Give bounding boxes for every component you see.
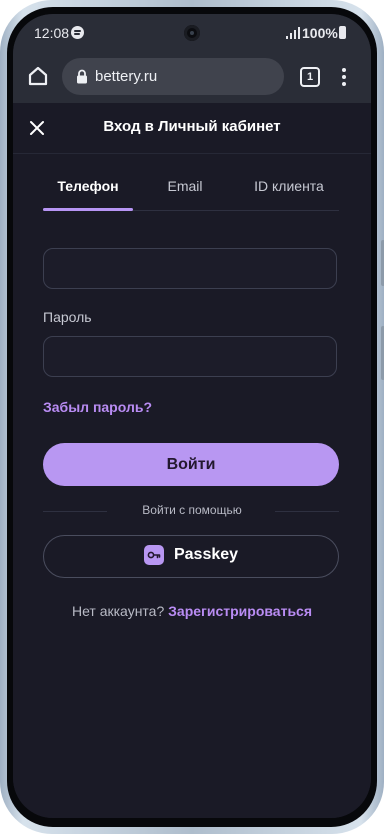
tab-label: ID клиента <box>254 178 324 194</box>
phone-frame: 12:08 100% bettery.ru 1 Вход в Личный ка… <box>0 0 384 834</box>
login-page: Вход в Личный кабинет Телефон Email ID к… <box>13 103 371 818</box>
tab-email[interactable]: Email <box>141 173 229 210</box>
front-camera <box>184 25 200 41</box>
url-text: bettery.ru <box>95 68 158 85</box>
tab-client-id[interactable]: ID клиента <box>239 173 339 210</box>
modal-header: Вход в Личный кабинет <box>13 103 371 154</box>
tabs-icon[interactable]: 1 <box>300 67 320 87</box>
password-label: Пароль <box>43 309 92 325</box>
key-icon <box>143 545 164 565</box>
lock-icon <box>76 69 88 84</box>
modal-title: Вход в Личный кабинет <box>103 118 281 135</box>
status-bar: 12:08 100% <box>13 14 371 51</box>
kebab-menu-icon[interactable] <box>342 68 346 86</box>
battery-percent: 100% <box>302 25 338 41</box>
spotify-icon <box>71 26 84 39</box>
home-icon[interactable] <box>27 65 49 87</box>
signup-question: Нет аккаунта? <box>71 603 165 619</box>
phone-input[interactable] <box>43 248 337 289</box>
tab-label: Email <box>167 178 203 194</box>
passkey-button[interactable]: Passkey <box>43 535 339 578</box>
tab-label: Телефон <box>57 178 119 194</box>
screen: 12:08 100% bettery.ru 1 Вход в Личный ка… <box>13 14 371 818</box>
divider-text: Войти с помощью <box>142 503 242 517</box>
login-button[interactable]: Войти <box>43 443 339 486</box>
signup-link[interactable]: Зарегистрироваться <box>168 603 312 619</box>
signal-icon <box>286 27 300 39</box>
login-method-tabs: Телефон Email ID клиента <box>43 173 339 211</box>
browser-toolbar: bettery.ru 1 <box>13 51 371 103</box>
password-input[interactable] <box>43 336 337 377</box>
address-bar[interactable]: bettery.ru <box>62 58 284 95</box>
forgot-password-link[interactable]: Забыл пароль? <box>43 399 152 415</box>
divider-line-right <box>275 511 339 512</box>
battery-icon <box>339 26 346 39</box>
passkey-label: Passkey <box>173 546 239 563</box>
tab-phone[interactable]: Телефон <box>43 173 133 211</box>
signup-row: Нет аккаунта? Зарегистрироваться <box>13 603 371 619</box>
status-time: 12:08 <box>34 25 70 41</box>
